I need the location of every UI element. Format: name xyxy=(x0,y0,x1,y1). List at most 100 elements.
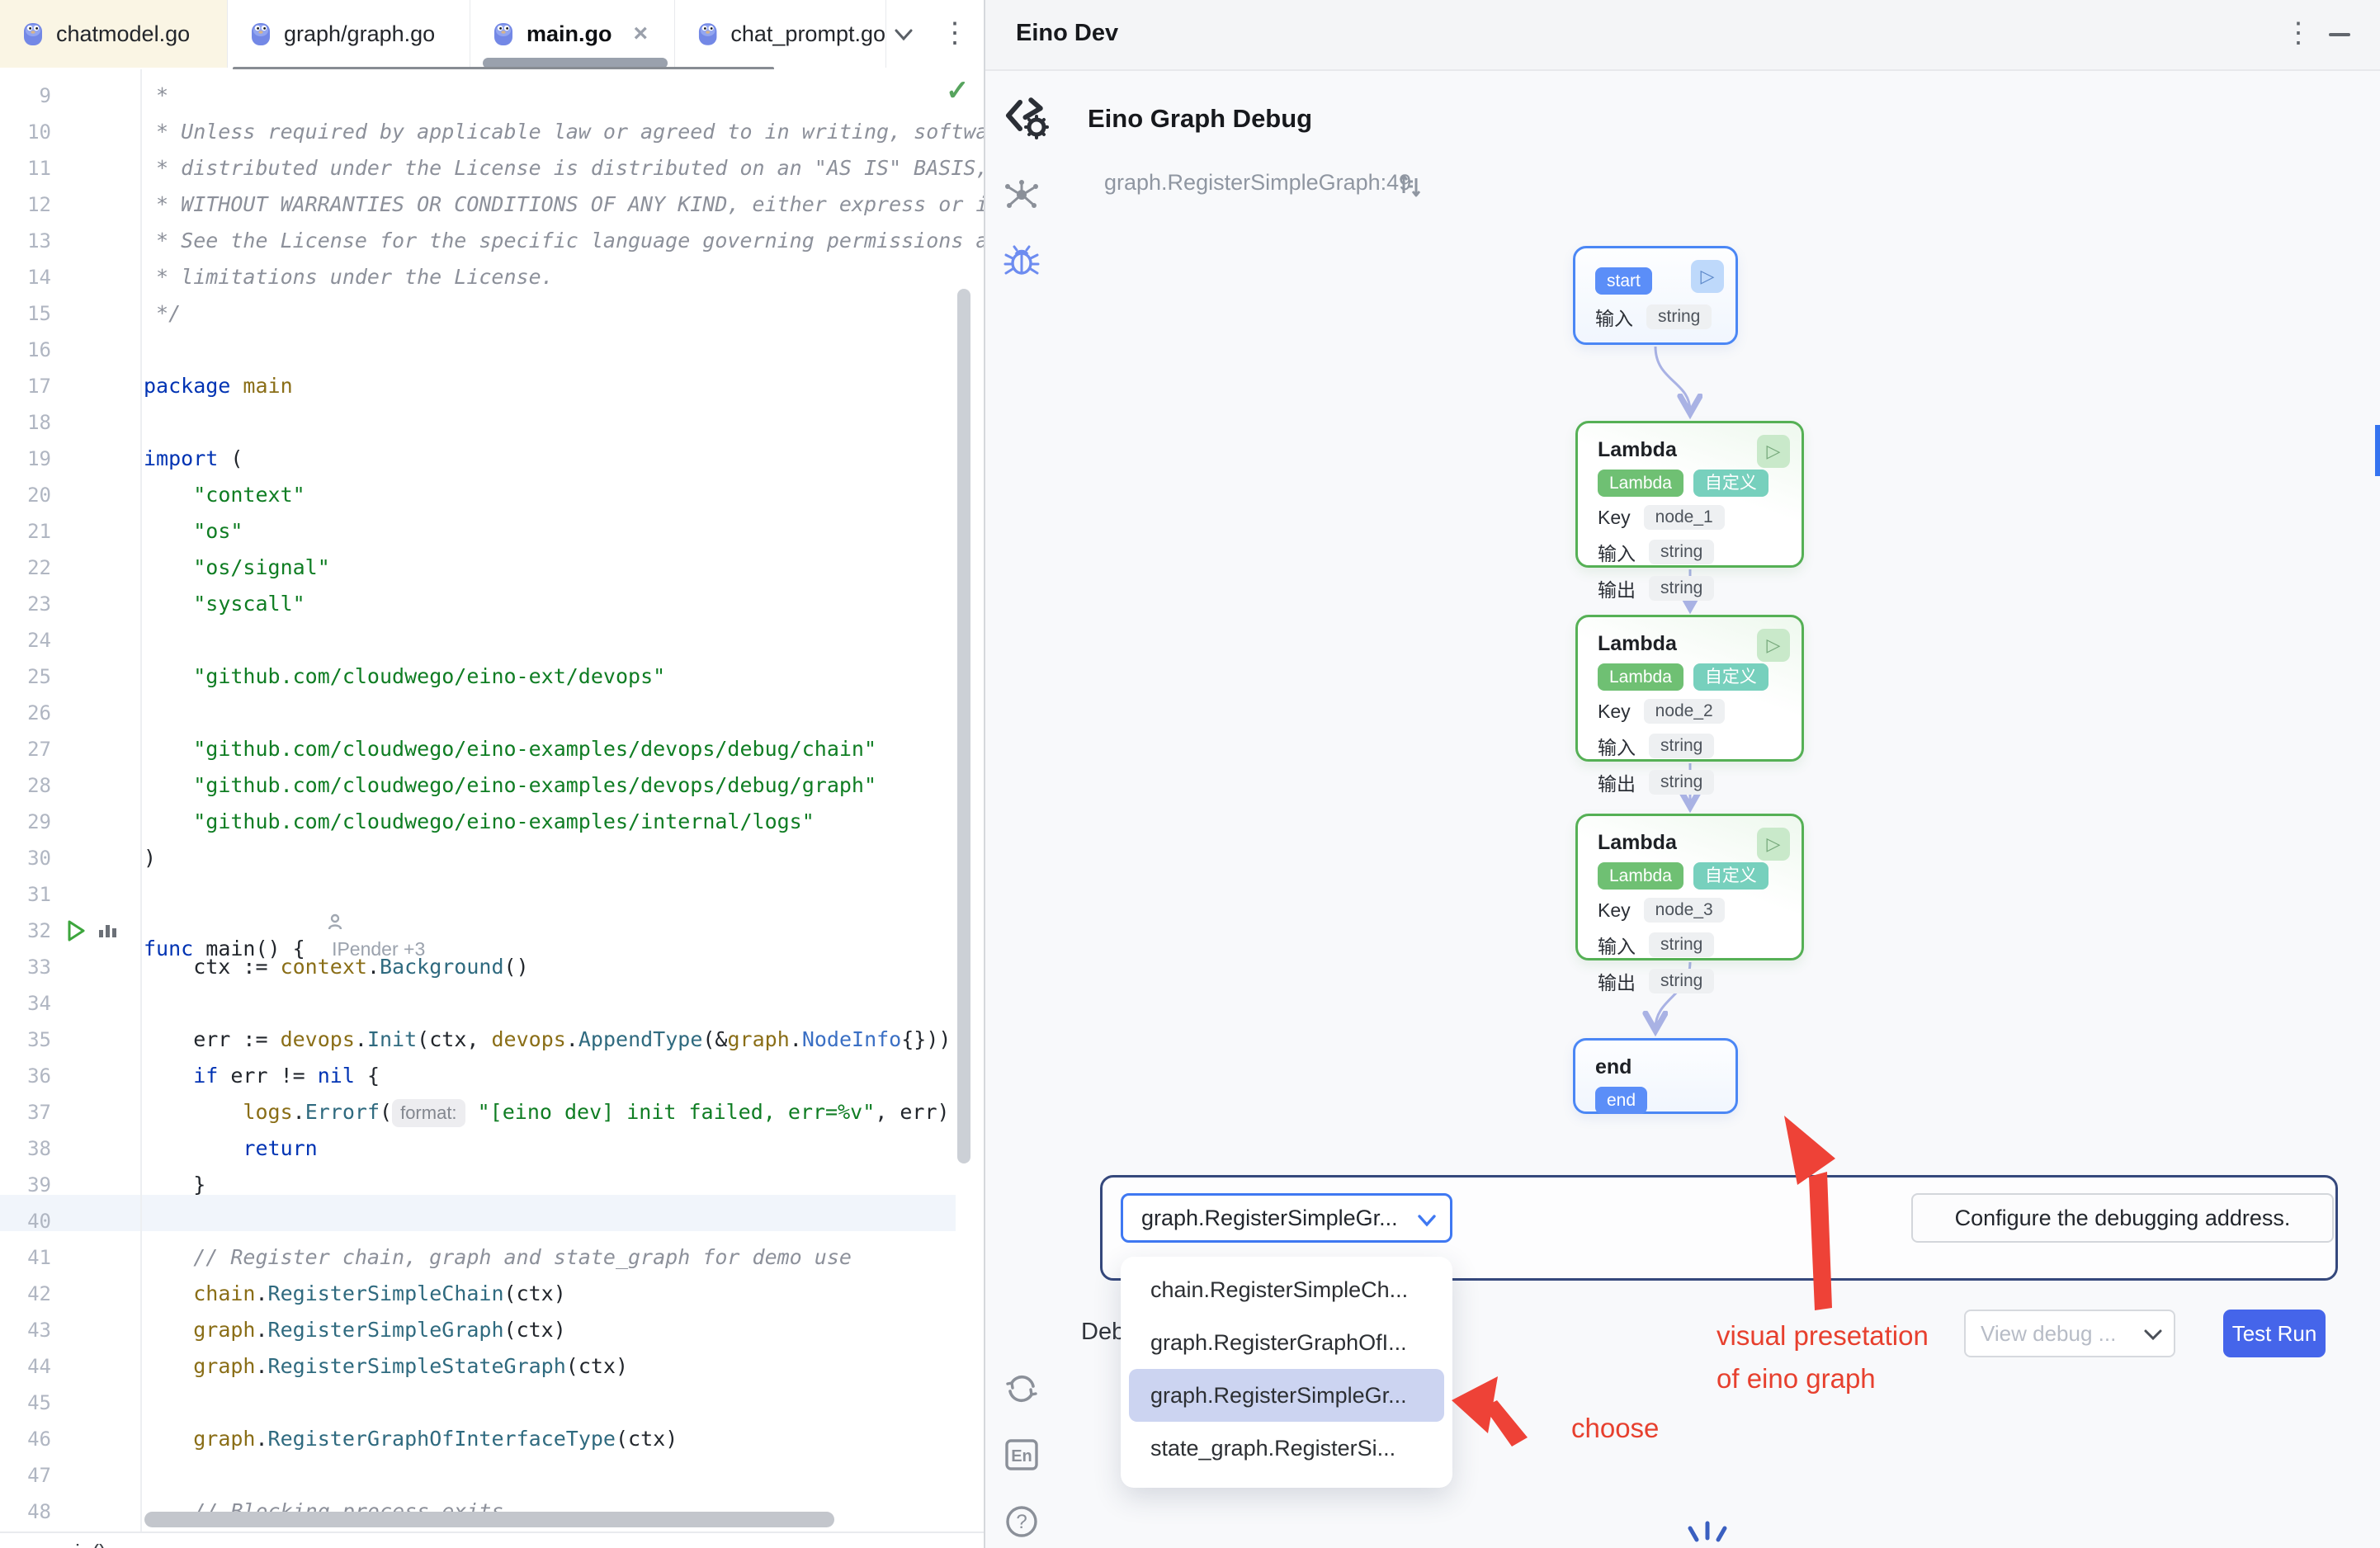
tab-chat-prompt-go[interactable]: chat_prompt.go xyxy=(675,0,886,68)
refresh-icon[interactable] xyxy=(1003,1371,1040,1406)
tab-graph-graph-go[interactable]: graph/graph.go xyxy=(228,0,470,68)
view-debug-select[interactable]: View debug ... xyxy=(1964,1310,2175,1357)
editor-tab-bar: chatmodel.gograph/graph.go main.go × chat_p… xyxy=(0,0,984,71)
panel-kebab-icon[interactable]: ⋮ xyxy=(2284,17,2312,50)
graph-select[interactable]: graph.RegisterSimpleGr... xyxy=(1121,1193,1452,1243)
code-editor[interactable]: 9 *10 * Unless required by applicable la… xyxy=(0,69,984,1531)
node-badge: end xyxy=(1595,1087,1647,1114)
graph-node-lambda-node-1[interactable]: LambdaLambda自定义Keynode_1输入string输出string… xyxy=(1575,421,1804,568)
line-number: 19 xyxy=(0,441,51,477)
dropdown-option-0[interactable]: chain.RegisterSimpleCh... xyxy=(1129,1263,1444,1316)
node-row-value: node_3 xyxy=(1644,898,1725,923)
code-token: { xyxy=(355,1064,380,1088)
node-play-button[interactable]: ▷ xyxy=(1757,629,1790,662)
line-number: 47 xyxy=(0,1457,51,1494)
graph-node-start[interactable]: start输入string▷ xyxy=(1573,246,1738,345)
code-token: "github.com/cloudwego/eino-examples/devo… xyxy=(193,773,876,797)
code-text: */ xyxy=(144,295,181,332)
node-row: 输入string xyxy=(1598,931,1790,959)
code-token: "syscall" xyxy=(193,592,305,616)
code-text: graph.RegisterSimpleStateGraph(ctx) xyxy=(144,1348,628,1385)
debug-location[interactable]: graph.RegisterSimpleGraph:49 xyxy=(1104,170,1411,196)
code-token: "os/signal" xyxy=(193,555,330,579)
inspection-ok-check-icon[interactable]: ✓ xyxy=(946,74,970,107)
code-text: return xyxy=(144,1130,318,1167)
graph-node-end[interactable]: endend xyxy=(1573,1038,1738,1114)
code-token: * distributed under the License is distr… xyxy=(144,156,984,180)
graph-node-lambda-node-2[interactable]: LambdaLambda自定义Keynode_2输入string输出string… xyxy=(1575,615,1804,762)
author-person-icon xyxy=(327,913,343,931)
line-number: 15 xyxy=(0,295,51,332)
line-number: 38 xyxy=(0,1130,51,1167)
code-token: main xyxy=(243,374,292,398)
language-en-icon[interactable]: En xyxy=(1003,1437,1040,1472)
panel-scroll-indicator xyxy=(2375,425,2380,476)
editor-horizontal-scrollbar[interactable] xyxy=(144,1512,834,1527)
code-text: ) xyxy=(144,840,156,876)
tab-options-kebab-icon[interactable]: ⋮ xyxy=(941,17,969,50)
node-play-button[interactable]: ▷ xyxy=(1757,435,1790,468)
code-token: } xyxy=(144,1173,205,1196)
line-number: 40 xyxy=(0,1203,51,1239)
code-token xyxy=(144,555,193,579)
dropdown-option-3[interactable]: state_graph.RegisterSi... xyxy=(1129,1422,1444,1475)
code-line-30: 30) xyxy=(0,840,984,876)
close-tab-icon[interactable]: × xyxy=(634,21,649,46)
code-token: (& xyxy=(702,1027,727,1051)
node-play-button[interactable]: ▷ xyxy=(1757,828,1790,861)
code-token: * Unless required by applicable law or a… xyxy=(144,120,984,144)
code-text: "github.com/cloudwego/eino-examples/inte… xyxy=(144,804,815,840)
graph-select-dropdown: chain.RegisterSimpleCh...graph.RegisterG… xyxy=(1121,1257,1452,1488)
help-icon[interactable]: ? xyxy=(1003,1503,1040,1540)
code-line-16: 16 xyxy=(0,332,984,368)
code-line-21: 21 "os" xyxy=(0,513,984,550)
line-number: 21 xyxy=(0,513,51,550)
format-inlay-hint: format: xyxy=(392,1099,465,1127)
graph-node-lambda-node-3[interactable]: LambdaLambda自定义Keynode_3输入string输出string… xyxy=(1575,814,1804,960)
node-row-value: string xyxy=(1649,969,1714,993)
svg-text:En: En xyxy=(1011,1447,1032,1465)
trace-nodes-icon[interactable] xyxy=(1003,178,1040,211)
node-badge: Lambda xyxy=(1598,663,1683,691)
code-token: . xyxy=(790,1027,802,1051)
code-token: AppendType xyxy=(578,1027,703,1051)
code-line-22: 22 "os/signal" xyxy=(0,550,984,586)
profiler-icon[interactable] xyxy=(96,918,120,943)
code-token: (ctx) xyxy=(504,1318,566,1342)
breadcrumb[interactable]: main() xyxy=(45,1540,106,1548)
test-run-button[interactable]: Test Run xyxy=(2223,1310,2326,1357)
gutter-run-icons[interactable] xyxy=(64,918,120,943)
code-text: // Register chain, graph and state_graph… xyxy=(144,1239,852,1276)
run-main-icon[interactable] xyxy=(64,918,87,943)
code-text: "github.com/cloudwego/eino-examples/devo… xyxy=(144,767,876,804)
editor-vertical-scrollbar[interactable] xyxy=(957,289,970,1163)
code-token: ) xyxy=(144,846,156,870)
tab-label: main.go xyxy=(527,21,612,47)
dropdown-option-2[interactable]: graph.RegisterSimpleGr... xyxy=(1129,1369,1444,1422)
code-token: (ctx) xyxy=(504,1281,566,1305)
node-row-label: 输出 xyxy=(1598,967,1636,995)
node-play-button[interactable]: ▷ xyxy=(1691,260,1724,293)
code-text: * distributed under the License is distr… xyxy=(144,150,984,186)
line-number: 37 xyxy=(0,1094,51,1130)
code-text: "os" xyxy=(144,513,243,550)
code-text: "context" xyxy=(144,477,305,513)
sort-lines-icon[interactable] xyxy=(1398,173,1424,198)
tab-chatmodel-go[interactable]: chatmodel.go xyxy=(0,0,228,68)
node-badge-custom: 自定义 xyxy=(1693,663,1768,691)
configure-debug-address-button[interactable]: Configure the debugging address. xyxy=(1911,1193,2334,1243)
test-run-label: Test Run xyxy=(2232,1321,2317,1347)
debug-bug-icon[interactable] xyxy=(1003,244,1040,277)
line-number: 25 xyxy=(0,658,51,695)
line-number: 9 xyxy=(0,78,51,114)
dropdown-option-1[interactable]: graph.RegisterGraphOfI... xyxy=(1129,1316,1444,1369)
code-token xyxy=(144,664,193,688)
line-number: 22 xyxy=(0,550,51,586)
node-row-value: string xyxy=(1649,540,1714,564)
code-line-45: 45 xyxy=(0,1385,984,1421)
tab-list-chevron-down-icon[interactable] xyxy=(890,25,918,45)
code-token xyxy=(144,737,193,761)
panel-minimize-icon[interactable] xyxy=(2329,33,2350,36)
node-row-label: 输入 xyxy=(1598,538,1636,566)
loading-burst-icon xyxy=(1670,1517,1745,1548)
